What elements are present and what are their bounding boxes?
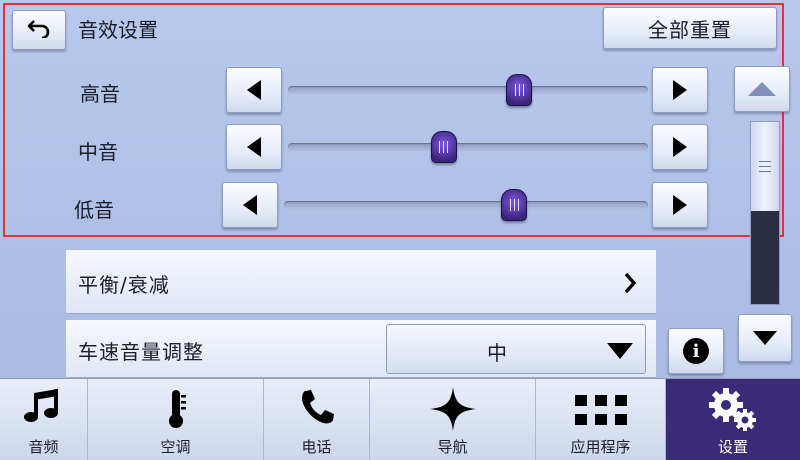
bass-decrease-button[interactable] <box>222 182 278 228</box>
music-note-icon <box>0 387 87 427</box>
treble-label: 高音 <box>80 82 120 106</box>
triangle-up-icon <box>748 82 776 96</box>
back-button[interactable] <box>12 10 66 50</box>
speed-volume-dropdown[interactable]: 中 <box>386 324 646 374</box>
balance-fade-row[interactable]: 平衡/衰减 <box>66 250 656 314</box>
info-icon: i <box>683 338 709 364</box>
mid-slider[interactable] <box>288 131 648 163</box>
gears-icon <box>666 387 800 433</box>
treble-increase-button[interactable] <box>652 67 708 113</box>
scrollbar-thumb[interactable] <box>751 122 779 211</box>
mid-slider-thumb[interactable] <box>430 131 457 163</box>
bass-increase-button[interactable] <box>652 182 708 228</box>
mid-decrease-button[interactable] <box>226 124 282 170</box>
triangle-left-icon <box>247 80 261 100</box>
triangle-left-icon <box>243 195 257 215</box>
speed-volume-label: 车速音量调整 <box>78 340 204 364</box>
nav-item-apps[interactable]: 应用程序 <box>536 379 666 460</box>
triangle-right-icon <box>673 137 687 157</box>
nav-label-apps: 应用程序 <box>570 438 631 456</box>
phone-icon <box>264 387 369 427</box>
reset-all-label: 全部重置 <box>648 17 732 42</box>
nav-label-navigation: 导航 <box>437 438 468 456</box>
scroll-down-button[interactable] <box>738 314 792 362</box>
treble-slider[interactable] <box>288 74 648 106</box>
triangle-down-icon <box>753 331 777 345</box>
page-title: 音效设置 <box>78 18 158 42</box>
compass-star-icon <box>370 387 535 431</box>
reset-all-button[interactable]: 全部重置 <box>603 7 777 49</box>
triangle-right-icon <box>673 195 687 215</box>
scroll-up-button[interactable] <box>734 66 790 112</box>
chevron-right-icon <box>622 270 638 300</box>
nav-label-audio: 音频 <box>28 438 59 456</box>
balance-fade-label: 平衡/衰减 <box>78 273 170 297</box>
thermometer-icon <box>88 387 263 431</box>
treble-decrease-button[interactable] <box>226 67 282 113</box>
nav-item-navigation[interactable]: 导航 <box>370 379 536 460</box>
scrollbar-track[interactable] <box>750 121 780 305</box>
bass-slider[interactable] <box>284 189 648 221</box>
mid-label: 中音 <box>78 140 118 164</box>
bottom-navigation-bar: 音频 空调 电话 导航 应用程序 设置 <box>0 378 800 460</box>
speed-volume-value: 中 <box>487 341 507 365</box>
apps-grid-icon <box>536 395 665 425</box>
nav-label-settings: 设置 <box>717 438 748 456</box>
nav-label-climate: 空调 <box>160 438 191 456</box>
nav-label-phone: 电话 <box>301 438 332 456</box>
back-arrow-icon <box>26 18 52 42</box>
nav-item-phone[interactable]: 电话 <box>264 379 370 460</box>
info-button[interactable]: i <box>668 328 724 374</box>
nav-item-audio[interactable]: 音频 <box>0 379 88 460</box>
triangle-left-icon <box>247 137 261 157</box>
mid-increase-button[interactable] <box>652 124 708 170</box>
nav-item-climate[interactable]: 空调 <box>88 379 264 460</box>
bass-label: 低音 <box>74 198 114 222</box>
bass-slider-thumb[interactable] <box>501 189 528 221</box>
triangle-right-icon <box>673 80 687 100</box>
treble-slider-thumb[interactable] <box>506 74 533 106</box>
nav-item-settings[interactable]: 设置 <box>666 379 800 460</box>
dropdown-arrow-icon <box>607 343 633 363</box>
